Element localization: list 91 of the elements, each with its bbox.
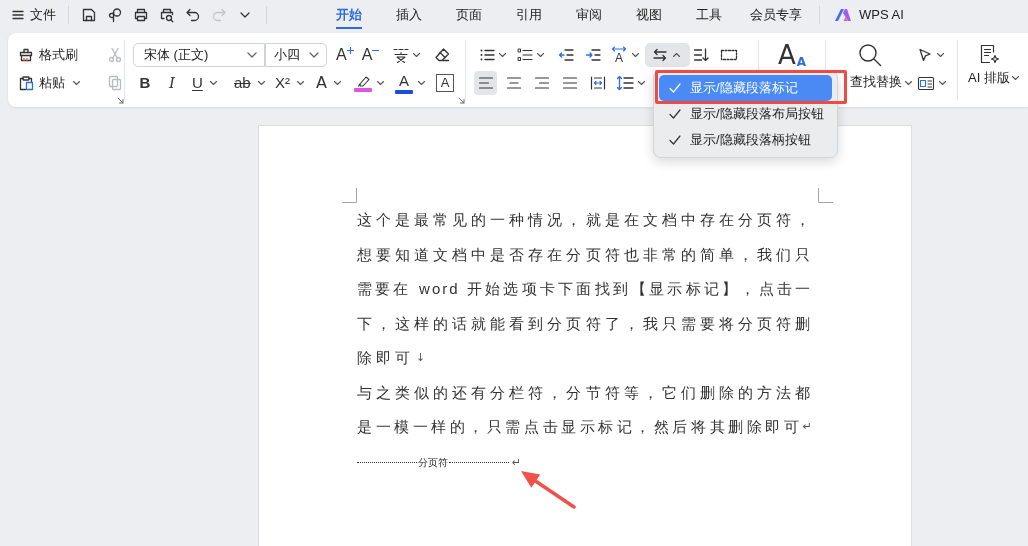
page-break-label: 分页符 [417, 455, 449, 470]
caret-icon [413, 53, 421, 57]
menu-item[interactable]: 显示/隐藏段落布局按钮 [659, 101, 832, 127]
paragraph-mark: ↵ [512, 456, 522, 469]
styles-button[interactable]: AA [777, 41, 807, 69]
bold-button[interactable]: B [133, 71, 157, 95]
paragraph-text: 与之类似的还有分栏符，分节符等，它们删除的方法都 是一模一样的，只需点击显示标记，然后将其删除即可↵ [357, 382, 812, 437]
strikethrough-button[interactable]: ab [230, 71, 255, 95]
superscript-button[interactable]: X² [271, 71, 294, 95]
pinyin-guide-icon [392, 47, 411, 63]
bullet-list-icon [479, 48, 495, 62]
caret-icon [638, 81, 645, 85]
text-effect-button[interactable]: A [312, 71, 331, 95]
ai-layout-button[interactable]: AI 排版 [968, 43, 1010, 86]
caret-icon[interactable] [377, 81, 384, 85]
align-center-icon [505, 76, 522, 90]
minus-icon [372, 49, 380, 52]
paragraph-text: 这个是最常见的一种情况，就是在文档中存在分页符， 想要知道文档中是否存在分页符也非常的简单，我们只 需要在 word 开始选项卡下面找到【显示标记】，点击一 下，这样的话就能看到分页符了，我只需要将分页符删 除即可↓ [357, 210, 812, 368]
plus-icon [346, 47, 354, 54]
dialog-launcher-icon[interactable] [117, 96, 124, 104]
paragraph-marks-button[interactable] [645, 43, 690, 67]
distributed-icon [589, 76, 606, 90]
tab[interactable]: 会员专享 [750, 1, 802, 29]
caret-icon [537, 53, 544, 57]
annotation-arrow [519, 469, 577, 509]
tab[interactable]: 视图 [636, 1, 662, 29]
highlighter-icon [355, 74, 371, 87]
undo-icon[interactable] [185, 7, 201, 23]
margin-corner-icon [342, 188, 357, 203]
save-icon[interactable] [81, 7, 97, 23]
object-select-icon [917, 75, 935, 91]
caret-icon [73, 81, 80, 85]
dashed-frame-icon[interactable] [720, 49, 738, 61]
caret-icon[interactable] [1011, 76, 1019, 80]
font-color-button[interactable]: A [393, 71, 415, 95]
font-size-field[interactable]: 小四 [265, 43, 327, 67]
caret-icon[interactable] [418, 81, 425, 85]
caret-icon[interactable] [333, 81, 341, 85]
numbered-list-icon [517, 48, 533, 62]
italic-button[interactable]: I [160, 71, 184, 95]
chevron-down-icon [247, 52, 257, 58]
format-brush-icon [18, 47, 34, 63]
caret-icon[interactable] [297, 81, 304, 85]
chevron-down-icon[interactable] [240, 12, 250, 18]
menu-icon [12, 10, 24, 20]
ai-logo-icon [834, 8, 852, 22]
align-left-icon [477, 76, 494, 90]
double-arrow-icon [611, 46, 627, 52]
caret-icon [499, 53, 506, 57]
search-icon [858, 43, 882, 67]
decrease-indent-icon[interactable] [558, 48, 574, 62]
paste-button[interactable]: 粘贴 [18, 71, 80, 95]
print-preview-icon[interactable] [159, 7, 175, 23]
sort-icon[interactable] [693, 47, 709, 63]
justify-icon [561, 76, 578, 90]
align-right-icon [533, 76, 550, 90]
wps-ai-button[interactable]: WPS AI [834, 3, 904, 27]
clipboard-icon [18, 75, 34, 91]
shrink-font-button[interactable]: A [361, 43, 380, 67]
loop-icon[interactable] [107, 7, 123, 23]
tab[interactable]: 插入 [396, 1, 422, 29]
tab[interactable]: 引用 [516, 1, 542, 29]
chevron-down-icon [309, 52, 319, 58]
caret-icon[interactable] [209, 81, 217, 85]
caret-icon [939, 81, 946, 85]
caret-icon[interactable] [257, 81, 265, 85]
caret-icon[interactable] [905, 81, 912, 85]
swap-arrows-icon [652, 48, 668, 62]
character-border-button[interactable]: A [436, 74, 454, 92]
file-menu-button[interactable]: 文件 [10, 3, 58, 27]
tab[interactable]: 工具 [696, 1, 722, 29]
eraser-icon[interactable] [434, 47, 451, 63]
text-direction-button[interactable]: A [611, 43, 627, 67]
tab[interactable]: 页面 [456, 1, 482, 29]
tab[interactable]: 开始 [336, 1, 362, 29]
caret-icon[interactable] [632, 53, 639, 57]
format-painter-button[interactable]: 格式刷 [18, 43, 78, 67]
grow-font-button[interactable]: A [336, 43, 354, 67]
caret-icon [937, 53, 944, 57]
font-name-field[interactable]: 宋体 (正文) [133, 43, 265, 67]
caret-up-icon [673, 53, 680, 57]
increase-indent-icon[interactable] [585, 48, 601, 62]
menu-item[interactable]: 显示/隐藏段落柄按钮 [659, 127, 832, 153]
dialog-launcher-icon[interactable] [458, 96, 465, 104]
find-replace-button[interactable]: 查找替换 [850, 43, 902, 90]
underline-button[interactable]: U [188, 71, 207, 95]
print-icon[interactable] [133, 7, 149, 23]
cursor-icon [917, 47, 933, 63]
line-spacing-icon [616, 75, 634, 91]
margin-corner-icon [818, 188, 833, 203]
tab[interactable]: 审阅 [576, 1, 602, 29]
